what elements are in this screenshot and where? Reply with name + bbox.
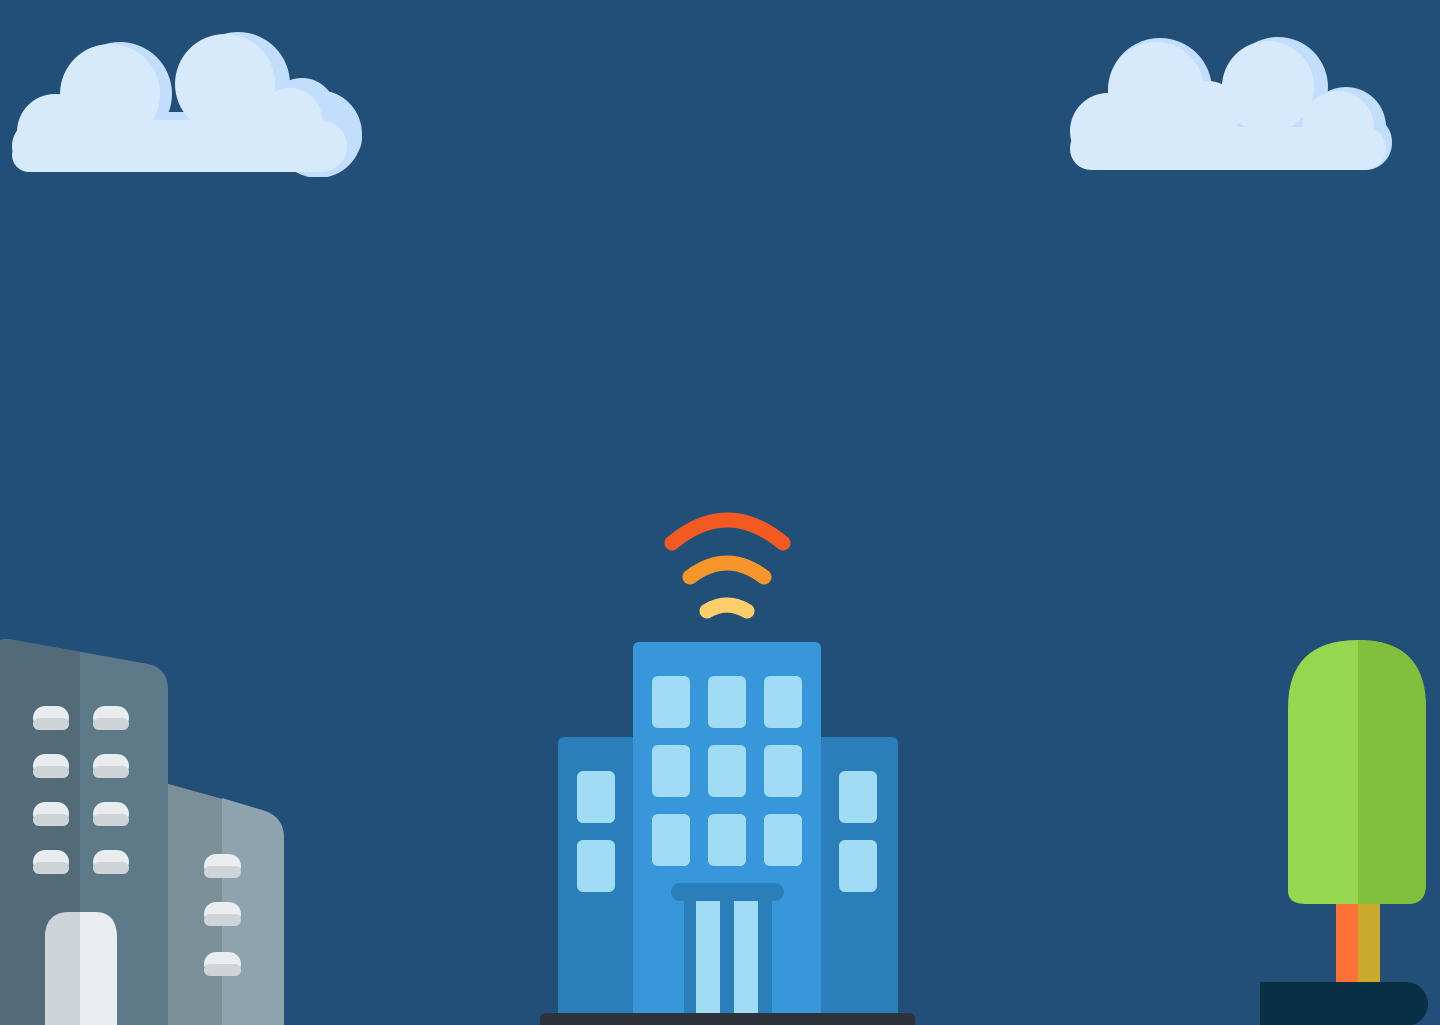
office-building-icon [540,642,915,1025]
tree-icon [1260,640,1428,1025]
office-building-icon [0,639,284,1025]
cloud-icon [12,32,362,177]
city-scene [0,0,1440,1025]
wifi-signal-icon [664,512,791,619]
cloud-icon [1070,37,1392,170]
